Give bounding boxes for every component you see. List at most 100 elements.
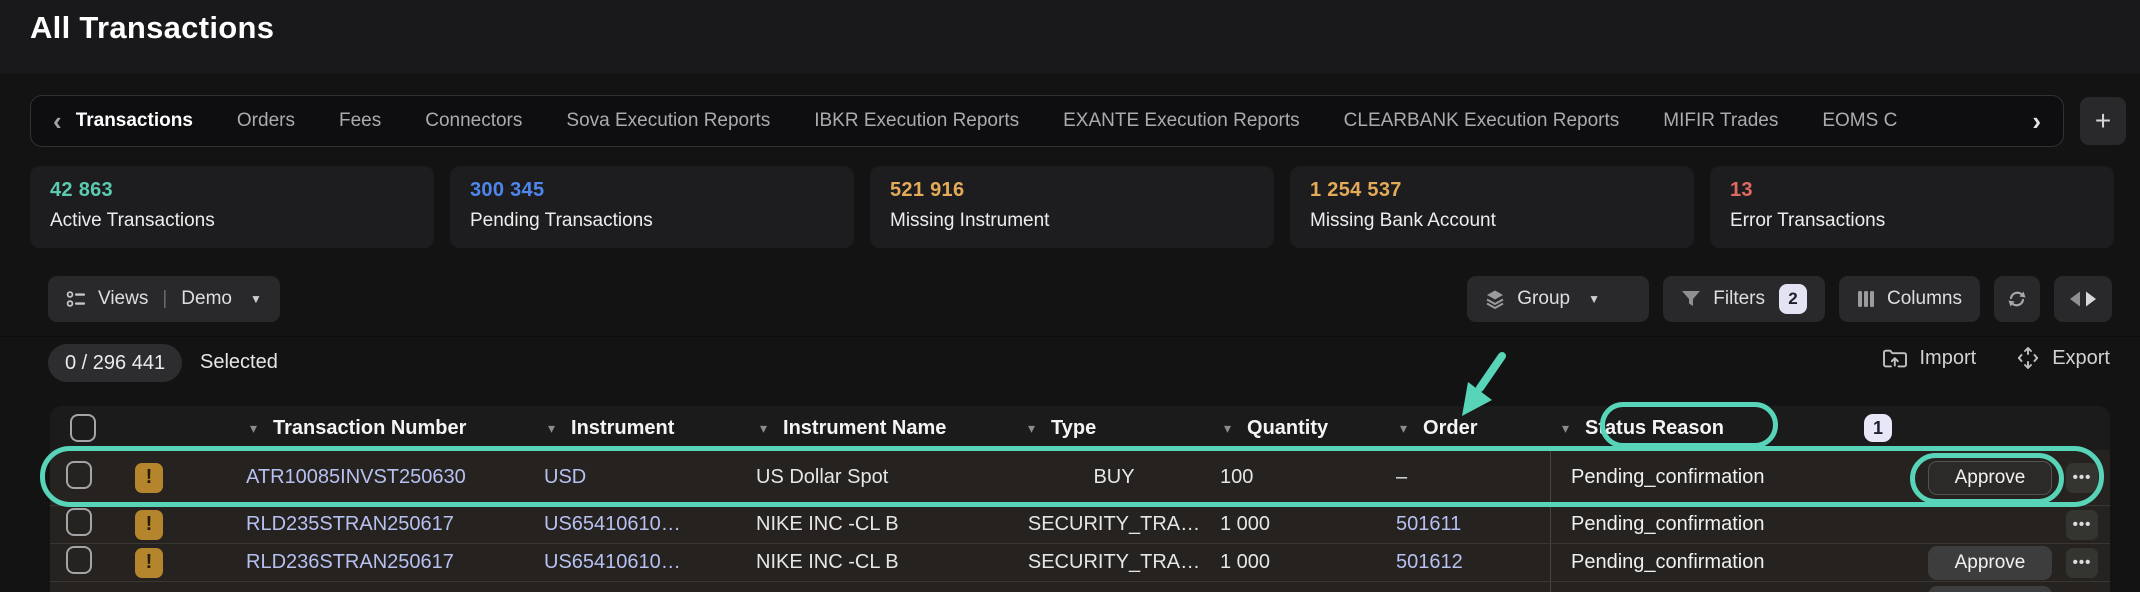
column-menu-icon[interactable]: ▾ bbox=[1562, 420, 1569, 437]
transaction-number-link[interactable]: RLD236STRAN250617 bbox=[238, 551, 536, 574]
columns-button[interactable]: Columns bbox=[1839, 276, 1980, 322]
instrument-name-cell: US Dollar Spot bbox=[748, 466, 1016, 489]
group-label: Group bbox=[1517, 288, 1570, 310]
tab-exante-execution-reports[interactable]: EXANTE Execution Reports bbox=[1063, 110, 1300, 132]
column-pager-button[interactable] bbox=[2054, 276, 2112, 322]
table-row[interactable]: ! RLD235STRAN250617 US65410610… NIKE INC… bbox=[50, 505, 2110, 543]
tab-list: Transactions Orders Fees Connectors Sova… bbox=[76, 110, 2027, 132]
column-menu-icon[interactable]: ▾ bbox=[760, 420, 767, 437]
filters-button[interactable]: Filters 2 bbox=[1663, 276, 1825, 322]
more-actions-button[interactable]: ••• bbox=[2066, 463, 2098, 493]
tab-mifir-trades[interactable]: MIFIR Trades bbox=[1663, 110, 1778, 132]
views-icon bbox=[66, 289, 86, 309]
views-label: Views bbox=[98, 288, 148, 310]
refresh-button[interactable] bbox=[1994, 276, 2040, 322]
table-row[interactable]: ! RLD236STRAN250617 US65410610… NIKE INC… bbox=[50, 543, 2110, 581]
export-label: Export bbox=[2052, 347, 2110, 370]
tabs-scroll-left-icon[interactable]: ‹ bbox=[53, 108, 62, 134]
columns-icon bbox=[1857, 290, 1875, 308]
tab-ibkr-execution-reports[interactable]: IBKR Execution Reports bbox=[814, 110, 1019, 132]
tab-transactions[interactable]: Transactions bbox=[76, 110, 193, 132]
instrument-link[interactable]: USD bbox=[536, 466, 748, 489]
section-divider bbox=[0, 336, 2140, 337]
header-instrument[interactable]: ▾ Instrument bbox=[536, 406, 748, 450]
tab-clearbank-execution-reports[interactable]: CLEARBANK Execution Reports bbox=[1344, 110, 1620, 132]
refresh-icon bbox=[2006, 288, 2028, 310]
column-menu-icon[interactable]: ▾ bbox=[1400, 420, 1407, 437]
add-tab-button[interactable]: + bbox=[2080, 97, 2126, 145]
table-header-row: ▾ Transaction Number ▾ Instrument ▾ Inst… bbox=[50, 406, 2110, 450]
filter-funnel-icon bbox=[1681, 290, 1701, 308]
transaction-number-link[interactable]: RLD235STRAN250617 bbox=[238, 513, 536, 536]
more-actions-button[interactable]: ••• bbox=[2066, 510, 2098, 540]
tab-fees[interactable]: Fees bbox=[339, 110, 381, 132]
header-type[interactable]: ▾ Type bbox=[1016, 406, 1212, 450]
filters-label: Filters bbox=[1713, 288, 1765, 310]
columns-label: Columns bbox=[1887, 288, 1962, 310]
header-checkbox-cell bbox=[50, 406, 106, 450]
header-order[interactable]: ▾ Order bbox=[1388, 406, 1550, 450]
quantity-cell: 100 bbox=[1212, 466, 1388, 489]
quantity-cell: 1 000 bbox=[1212, 551, 1388, 574]
views-divider: | bbox=[160, 288, 169, 310]
group-button[interactable]: Group ▼ bbox=[1467, 276, 1649, 322]
stat-label: Pending Transactions bbox=[470, 210, 834, 232]
views-button[interactable]: Views | Demo ▼ bbox=[48, 276, 280, 322]
import-button[interactable]: Import bbox=[1882, 346, 1977, 370]
tab-orders[interactable]: Orders bbox=[237, 110, 295, 132]
select-all-checkbox[interactable] bbox=[70, 414, 96, 442]
instrument-link[interactable]: US65410610… bbox=[536, 551, 748, 574]
status-reason-value: Pending_confirmation bbox=[1571, 513, 1764, 536]
table-row[interactable] bbox=[50, 581, 2110, 592]
group-count-badge: 1 bbox=[1864, 414, 1892, 442]
more-actions-button[interactable]: ••• bbox=[2066, 548, 2098, 578]
instrument-name-cell: NIKE INC -CL B bbox=[748, 551, 1016, 574]
approve-button[interactable]: Approve bbox=[1928, 546, 2052, 580]
row-checkbox[interactable] bbox=[66, 508, 92, 536]
stat-card-error-transactions: 13 Error Transactions bbox=[1710, 166, 2114, 248]
type-cell: SECURITY_TRA… bbox=[1016, 551, 1212, 574]
stat-value: 13 bbox=[1730, 179, 2094, 202]
export-button[interactable]: Export bbox=[2016, 346, 2110, 370]
tab-sova-execution-reports[interactable]: Sova Execution Reports bbox=[566, 110, 770, 132]
header-flag-cell bbox=[106, 406, 238, 450]
column-menu-icon[interactable]: ▾ bbox=[1224, 420, 1231, 437]
header-quantity[interactable]: ▾ Quantity bbox=[1212, 406, 1388, 450]
header-status-reason[interactable]: ▾ Status Reason bbox=[1550, 406, 2110, 450]
row-checkbox[interactable] bbox=[66, 461, 92, 489]
order-link[interactable]: 501611 bbox=[1388, 513, 1550, 536]
column-menu-icon[interactable]: ▾ bbox=[548, 420, 555, 437]
selection-label: Selected bbox=[200, 351, 278, 374]
instrument-name-cell: NIKE INC -CL B bbox=[748, 513, 1016, 536]
import-label: Import bbox=[1920, 347, 1977, 370]
tab-eoms[interactable]: EOMS C bbox=[1822, 110, 1897, 132]
arrow-right-icon bbox=[2085, 291, 2096, 307]
table-row[interactable]: ! ATR10085INVST250630 USD US Dollar Spot… bbox=[50, 450, 2110, 505]
transaction-number-link[interactable]: ATR10085INVST250630 bbox=[238, 466, 536, 489]
instrument-link[interactable]: US65410610… bbox=[536, 513, 748, 536]
approve-button[interactable]: Approve bbox=[1928, 461, 2052, 495]
tab-connectors[interactable]: Connectors bbox=[425, 110, 522, 132]
status-reason-cell: Pending_confirmation Approve ••• bbox=[1550, 450, 2110, 505]
stat-label: Missing Instrument bbox=[890, 210, 1254, 232]
status-reason-cell: Pending_confirmation ••• bbox=[1550, 506, 2110, 543]
order-link[interactable]: 501612 bbox=[1388, 551, 1550, 574]
transactions-table: ▾ Transaction Number ▾ Instrument ▾ Inst… bbox=[50, 406, 2110, 592]
chevron-down-icon: ▼ bbox=[250, 292, 262, 306]
page-title: All Transactions bbox=[30, 10, 274, 46]
type-cell: SECURITY_TRA… bbox=[1016, 513, 1212, 536]
warning-icon: ! bbox=[135, 548, 163, 578]
header-transaction-number[interactable]: ▾ Transaction Number bbox=[238, 406, 536, 450]
column-menu-icon[interactable]: ▾ bbox=[1028, 420, 1035, 437]
approve-button[interactable] bbox=[1928, 586, 2052, 592]
column-menu-icon[interactable]: ▾ bbox=[250, 420, 257, 437]
status-reason-value: Pending_confirmation bbox=[1571, 466, 1764, 489]
warning-icon: ! bbox=[135, 510, 163, 540]
header-instrument-name[interactable]: ▾ Instrument Name bbox=[748, 406, 1016, 450]
tabs-scroll-right-icon[interactable]: › bbox=[2032, 108, 2041, 134]
stat-label: Error Transactions bbox=[1730, 210, 2094, 232]
warning-icon: ! bbox=[135, 463, 163, 493]
selection-count-pill: 0 / 296 441 bbox=[48, 344, 182, 382]
row-checkbox[interactable] bbox=[66, 546, 92, 574]
table-toolbar: Views | Demo ▼ Group ▼ Filters 2 bbox=[0, 276, 2140, 322]
